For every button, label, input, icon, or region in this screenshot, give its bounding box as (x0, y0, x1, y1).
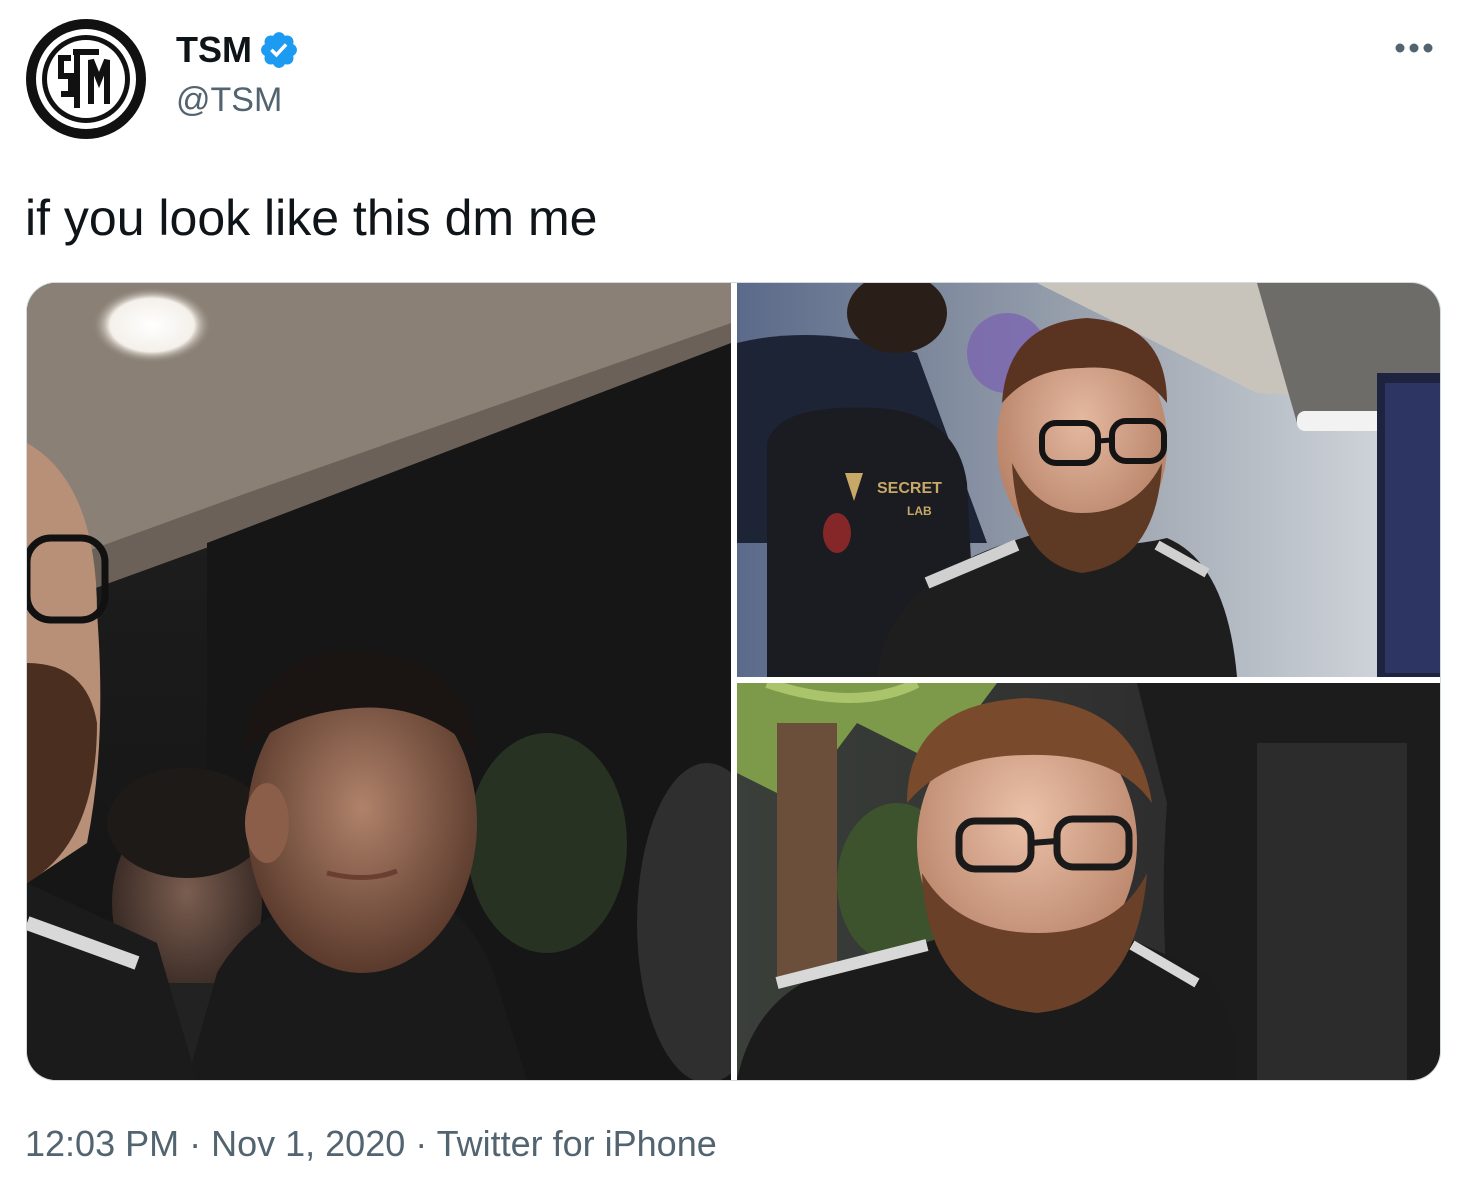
handle[interactable]: @TSM (176, 78, 300, 122)
photo-3[interactable] (737, 683, 1440, 1080)
display-name[interactable]: TSM (176, 28, 252, 72)
tsm-logo-icon (26, 19, 146, 139)
avatar[interactable] (25, 18, 147, 140)
meta-separator-2: · (415, 1123, 437, 1164)
verified-badge-icon (258, 29, 300, 71)
more-options-icon (1395, 43, 1433, 53)
author-info: TSM @TSM (176, 28, 300, 122)
tweet: TSM @TSM if you look like this dm me SEC… (0, 0, 1464, 1194)
more-options-button[interactable] (1390, 28, 1438, 68)
chair-brand-text-2: LAB (907, 504, 932, 518)
tweet-text: if you look like this dm me (25, 190, 598, 246)
tweet-meta: 12:03 PM · Nov 1, 2020 · Twitter for iPh… (25, 1120, 717, 1168)
media-grid: SECRET LAB (26, 282, 1441, 1081)
photo-1[interactable] (27, 283, 731, 1080)
tweet-time[interactable]: 12:03 PM (25, 1123, 179, 1164)
meta-separator: · (189, 1123, 212, 1164)
tweet-date[interactable]: Nov 1, 2020 (211, 1123, 405, 1164)
name-row: TSM (176, 28, 300, 72)
photo-2[interactable]: SECRET LAB (737, 283, 1440, 677)
chair-brand-text: SECRET (877, 480, 942, 497)
tweet-source[interactable]: Twitter for iPhone (437, 1123, 717, 1164)
